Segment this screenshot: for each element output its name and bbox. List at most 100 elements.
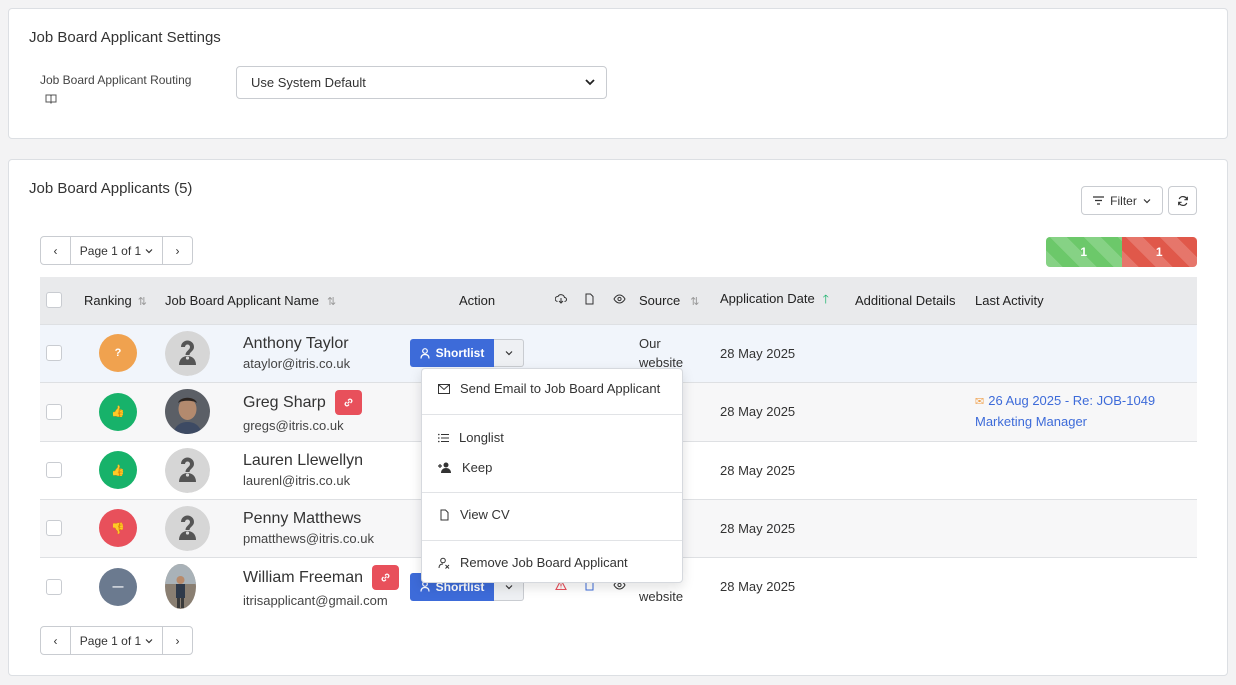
menu-label: Remove Job Board Applicant (460, 555, 628, 570)
routing-select[interactable]: Use System Default (236, 66, 607, 99)
neutral-icon[interactable]: — (99, 567, 137, 606)
additional-details (855, 499, 975, 557)
sort-icon[interactable]: ⇅ (138, 296, 147, 308)
next-page-button[interactable]: › (163, 237, 192, 264)
applicant-name[interactable]: Lauren Llewellyn (243, 452, 363, 470)
additional-details (855, 557, 975, 616)
menu-divider (422, 492, 682, 493)
row-checkbox[interactable] (46, 578, 62, 595)
menu-item-view-cv[interactable]: View CV (438, 507, 510, 522)
source-value: website (639, 589, 684, 605)
source-value: Our website (639, 336, 684, 370)
application-date-header[interactable]: Application Date (720, 291, 815, 306)
last-activity (975, 557, 1197, 616)
envelope-icon (438, 383, 450, 394)
applicant-name[interactable]: Greg Sharp (243, 394, 326, 412)
pager-bottom: ‹ Page 1 of 1 › (40, 626, 193, 655)
refresh-button[interactable] (1168, 186, 1197, 215)
last-activity-text[interactable]: 26 Aug 2025 - Re: JOB-1049 Marketing Man… (975, 393, 1155, 429)
additional-details (855, 441, 975, 499)
status-progress-bar: 1 1 (1046, 237, 1197, 267)
sort-icon[interactable]: ⇅ (327, 296, 336, 308)
table-header-row: Ranking ⇅ Job Board Applicant Name ⇅ Actio… (40, 277, 1197, 324)
link-icon[interactable] (372, 565, 400, 591)
applicant-email[interactable]: laurenl@itris.co.uk (243, 473, 363, 488)
row-checkbox[interactable] (46, 462, 62, 478)
routing-label: Job Board Applicant Routing (40, 73, 192, 87)
applicant-email[interactable]: itrisapplicant@gmail.com (243, 593, 399, 608)
progress-segment-green[interactable]: 1 (1046, 237, 1122, 267)
document-icon (440, 509, 449, 520)
application-date: 28 May 2025 (720, 404, 796, 419)
thumbs-up-icon[interactable]: 👍 (99, 392, 137, 431)
menu-label: View CV (460, 507, 510, 522)
select-all-checkbox[interactable] (46, 292, 62, 309)
progress-segment-red[interactable]: 1 (1121, 237, 1197, 267)
menu-divider (422, 414, 682, 415)
download-icon (554, 293, 567, 304)
user-remove-icon (438, 557, 450, 569)
row-checkbox[interactable] (46, 520, 62, 536)
book-icon[interactable] (45, 93, 57, 105)
chevron-down-icon (1143, 198, 1151, 203)
application-date: 28 May 2025 (720, 345, 796, 361)
avatar-photo (165, 389, 210, 434)
applicant-name[interactable]: Anthony Taylor (243, 335, 350, 353)
next-page-button[interactable]: › (163, 627, 192, 654)
prev-page-button[interactable]: ‹ (41, 627, 70, 654)
chevron-down-icon (145, 248, 153, 253)
page-select[interactable]: Page 1 of 1 (70, 237, 163, 264)
last-activity (975, 499, 1197, 557)
shortlist-label: Shortlist (435, 346, 485, 360)
applicant-email[interactable]: gregs@itris.co.uk (243, 418, 362, 433)
menu-label: Longlist (459, 430, 504, 445)
prev-page-button[interactable]: ‹ (41, 237, 70, 264)
applicant-email[interactable]: pmatthews@itris.co.uk (243, 531, 374, 546)
filter-button[interactable]: Filter (1081, 186, 1163, 215)
user-add-icon (438, 462, 451, 473)
menu-label: Keep (462, 460, 493, 475)
shortlist-button[interactable]: Shortlist (410, 339, 494, 367)
eye-icon (613, 294, 626, 304)
avatar-placeholder-icon (165, 505, 210, 551)
refresh-icon (1177, 195, 1188, 206)
applicant-email[interactable]: ataylor@itris.co.uk (243, 356, 350, 371)
applicant-name[interactable]: William Freeman (243, 569, 363, 587)
link-icon[interactable] (334, 390, 362, 415)
last-activity-header: Last Activity (975, 292, 1044, 308)
avatar-photo (165, 564, 196, 610)
sort-icon[interactable]: ⇅ (690, 296, 699, 308)
menu-label: Send Email to Job Board Applicant (460, 381, 661, 396)
name-header[interactable]: Job Board Applicant Name (165, 293, 319, 308)
ranking-header[interactable]: Ranking (84, 293, 132, 308)
routing-select-value: Use System Default (251, 75, 366, 90)
settings-card: Job Board Applicant Settings Job Board A… (8, 8, 1228, 139)
action-button-group: Shortlist (410, 339, 524, 367)
avatar-placeholder-icon (165, 447, 210, 493)
menu-item-keep[interactable]: Keep (438, 460, 492, 475)
row-checkbox[interactable] (46, 403, 62, 420)
sort-ascending-icon[interactable]: 🡑 (823, 292, 829, 306)
application-date: 28 May 2025 (720, 520, 796, 536)
page-select[interactable]: Page 1 of 1 (70, 627, 163, 654)
thumbs-up-icon[interactable]: 👍 (99, 451, 137, 489)
application-date: 28 May 2025 (720, 579, 796, 595)
list-icon (438, 433, 449, 442)
menu-item-remove[interactable]: Remove Job Board Applicant (438, 555, 628, 570)
thumbs-down-icon[interactable]: 👎 (99, 509, 137, 547)
chevron-down-icon (585, 79, 595, 86)
source-header[interactable]: Source (639, 293, 680, 308)
pager-top: ‹ Page 1 of 1 › (40, 236, 193, 265)
menu-item-send-email[interactable]: Send Email to Job Board Applicant (438, 381, 660, 396)
additional-details-header: Additional Details (855, 292, 956, 308)
row-checkbox[interactable] (46, 345, 62, 361)
last-activity-link[interactable]: ✉ 26 Aug 2025 - Re: JOB-1049 Marketing Ma… (975, 391, 1197, 432)
chevron-down-icon (145, 638, 153, 643)
menu-item-longlist[interactable]: Longlist (438, 430, 504, 445)
avatar-placeholder-icon (165, 330, 210, 376)
shortlist-dropdown-toggle[interactable] (494, 339, 524, 367)
last-activity (975, 441, 1197, 499)
document-icon (585, 293, 594, 305)
applicant-name[interactable]: Penny Matthews (243, 510, 374, 528)
rank-unknown-icon[interactable]: ? (99, 334, 137, 372)
